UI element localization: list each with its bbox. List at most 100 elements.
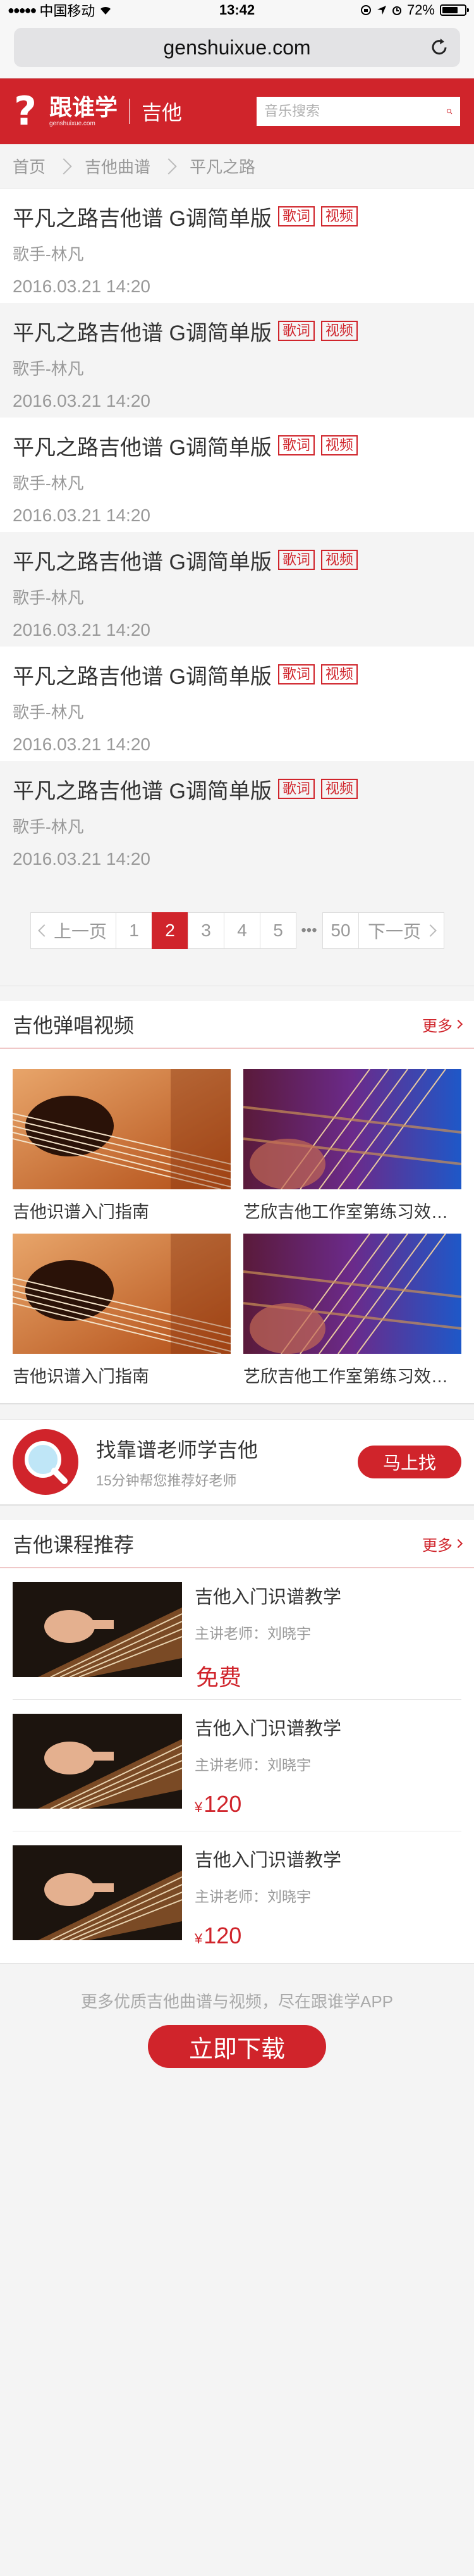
reload-icon[interactable] — [428, 37, 450, 58]
course-name[interactable]: 吉他入门识谱教学 — [195, 1582, 341, 1609]
battery-percent: 72% — [406, 2, 435, 18]
video-tag[interactable]: 视频 — [320, 550, 358, 570]
video-card[interactable]: 艺欣吉他工作室第练习效果展示 — [243, 1234, 461, 1390]
video-card[interactable]: 吉他识谱入门指南 — [13, 1069, 231, 1226]
course-thumbnail[interactable] — [13, 1582, 182, 1677]
course-thumbnail[interactable] — [13, 1845, 182, 1940]
next-page-label: 下一页 — [367, 922, 421, 941]
course-name[interactable]: 吉他入门识谱教学 — [195, 1714, 341, 1740]
song-date: 2016.03.21 14:20 — [13, 734, 150, 754]
browser-toolbar: genshuixue.com — [0, 20, 474, 78]
chevron-right-icon — [424, 924, 437, 937]
page-button[interactable]: 1 — [116, 912, 152, 949]
video-card[interactable]: 艺欣吉他工作室第练习效果展示 — [243, 1069, 461, 1226]
course-item[interactable]: 吉他入门识谱教学 主讲老师：刘晓宇 免费 — [13, 1568, 461, 1700]
video-caption[interactable]: 吉他识谱入门指南 — [13, 1363, 231, 1390]
song-title[interactable]: 平凡之路吉他谱 G调简单版 — [13, 430, 272, 461]
course-name[interactable]: 吉他入门识谱教学 — [195, 1845, 341, 1872]
app-promo-text: 更多优质吉他曲谱与视频，尽在跟谁学APP — [80, 1992, 394, 2011]
rotation-lock-icon — [360, 5, 371, 15]
next-page-button[interactable]: 下一页 — [358, 912, 444, 949]
song-item[interactable]: 平凡之路吉他谱 G调简单版 歌词 视频 歌手-林凡 2016.03.21 14:20 — [0, 761, 474, 876]
video-card[interactable]: 吉他识谱入门指南 — [13, 1234, 231, 1390]
page-button[interactable]: 3 — [188, 912, 224, 949]
song-item[interactable]: 平凡之路吉他谱 G调简单版 歌词 视频 歌手-林凡 2016.03.21 14:20 — [0, 418, 474, 532]
price-value: 120 — [204, 1791, 242, 1817]
course-price: 免费 — [195, 1659, 341, 1692]
more-link[interactable]: 更多 — [422, 1533, 463, 1555]
breadcrumb-category[interactable]: 吉他曲谱 — [85, 154, 150, 178]
download-button[interactable]: 立即下载 — [148, 2025, 326, 2068]
page-button[interactable]: 5 — [260, 912, 296, 949]
course-item[interactable]: 吉他入门识谱教学 主讲老师：刘晓宇 ¥120 — [13, 1831, 461, 1963]
chevron-right-icon — [453, 1019, 463, 1029]
video-caption[interactable]: 艺欣吉他工作室第练习效果展示 — [243, 1198, 461, 1226]
chevron-right-icon — [453, 1539, 463, 1549]
page-button-current[interactable]: 2 — [152, 912, 188, 949]
breadcrumb-home[interactable]: 首页 — [13, 154, 46, 178]
section-header: 吉他弹唱视频 更多 — [0, 1001, 474, 1049]
address-bar[interactable]: genshuixue.com — [14, 28, 460, 67]
song-date: 2016.03.21 14:20 — [13, 391, 150, 411]
section-heading: 吉他课程推荐 — [13, 1533, 135, 1556]
song-singer: 歌手-林凡 — [13, 817, 84, 836]
lyrics-tag[interactable]: 歌词 — [277, 435, 315, 455]
song-item[interactable]: 平凡之路吉他谱 G调简单版 歌词 视频 歌手-林凡 2016.03.21 14:20 — [0, 647, 474, 761]
video-tag[interactable]: 视频 — [320, 779, 358, 799]
song-item[interactable]: 平凡之路吉他谱 G调简单版 歌词 视频 歌手-林凡 2016.03.21 14:20 — [0, 303, 474, 418]
search-box — [257, 97, 460, 126]
course-teacher: 主讲老师：刘晓宇 — [195, 1757, 311, 1773]
location-icon — [377, 6, 386, 15]
song-item[interactable]: 平凡之路吉他谱 G调简单版 歌词 视频 歌手-林凡 2016.03.21 14:20 — [0, 532, 474, 647]
song-date: 2016.03.21 14:20 — [13, 505, 150, 525]
song-singer: 歌手-林凡 — [13, 474, 84, 493]
song-title[interactable]: 平凡之路吉他谱 G调简单版 — [13, 545, 272, 576]
section-heading: 吉他弹唱视频 — [13, 1014, 135, 1037]
search-input[interactable] — [264, 103, 446, 120]
logo-subtext: genshuixue.com — [49, 120, 95, 127]
section-gap — [0, 1505, 474, 1520]
video-thumbnail[interactable] — [243, 1069, 461, 1189]
chevron-left-icon — [38, 924, 51, 937]
video-thumbnail[interactable] — [13, 1234, 231, 1354]
page-button[interactable]: 4 — [224, 912, 260, 949]
lyrics-tag[interactable]: 歌词 — [277, 321, 315, 341]
wifi-icon — [100, 6, 111, 15]
video-tag[interactable]: 视频 — [320, 321, 358, 341]
page-button-last[interactable]: 50 — [322, 912, 359, 949]
section-gap — [0, 986, 474, 1001]
course-thumbnail[interactable] — [13, 1714, 182, 1809]
lyrics-tag[interactable]: 歌词 — [277, 664, 315, 684]
song-singer: 歌手-林凡 — [13, 703, 84, 722]
lyrics-tag[interactable]: 歌词 — [277, 779, 315, 799]
logo[interactable]: ? 跟谁学 genshuixue.com — [14, 92, 118, 131]
song-title[interactable]: 平凡之路吉他谱 G调简单版 — [13, 659, 272, 690]
song-title[interactable]: 平凡之路吉他谱 G调简单版 — [13, 201, 272, 232]
question-mark-icon: ? — [14, 88, 37, 134]
video-tag[interactable]: 视频 — [320, 664, 358, 684]
price-value: 免费 — [196, 1664, 242, 1690]
song-title[interactable]: 平凡之路吉他谱 G调简单版 — [13, 316, 272, 347]
status-bar: ●●●●● 中国移动 13:42 72% — [0, 0, 474, 20]
video-section: 吉他弹唱视频 更多 吉他识谱入门指南 艺欣吉他工作室第练习效果展示 吉他识谱入门… — [0, 1001, 474, 1404]
video-tag[interactable]: 视频 — [320, 435, 358, 455]
find-teacher-button[interactable]: 马上找 — [358, 1446, 461, 1478]
video-caption[interactable]: 艺欣吉他工作室第练习效果展示 — [243, 1363, 461, 1390]
song-item[interactable]: 平凡之路吉他谱 G调简单版 歌词 视频 歌手-林凡 2016.03.21 14:20 — [0, 189, 474, 303]
teacher-banner-subtitle: 15分钟帮您推荐好老师 — [96, 1473, 237, 1489]
lyrics-tag[interactable]: 歌词 — [277, 550, 315, 570]
video-tag[interactable]: 视频 — [320, 206, 358, 226]
prev-page-button[interactable]: 上一页 — [30, 912, 116, 949]
lyrics-tag[interactable]: 歌词 — [277, 206, 315, 226]
song-title[interactable]: 平凡之路吉他谱 G调简单版 — [13, 774, 272, 805]
signal-icon: ●●●●● — [8, 3, 37, 16]
section-header: 吉他课程推荐 更多 — [0, 1520, 474, 1568]
teacher-banner-title: 找靠谱老师学吉他 — [96, 1439, 258, 1461]
song-date: 2016.03.21 14:20 — [13, 620, 150, 640]
more-link[interactable]: 更多 — [422, 1013, 463, 1036]
course-item[interactable]: 吉他入门识谱教学 主讲老师：刘晓宇 ¥120 — [13, 1700, 461, 1831]
search-icon[interactable] — [446, 102, 453, 121]
video-thumbnail[interactable] — [13, 1069, 231, 1189]
video-caption[interactable]: 吉他识谱入门指南 — [13, 1198, 231, 1226]
video-thumbnail[interactable] — [243, 1234, 461, 1354]
